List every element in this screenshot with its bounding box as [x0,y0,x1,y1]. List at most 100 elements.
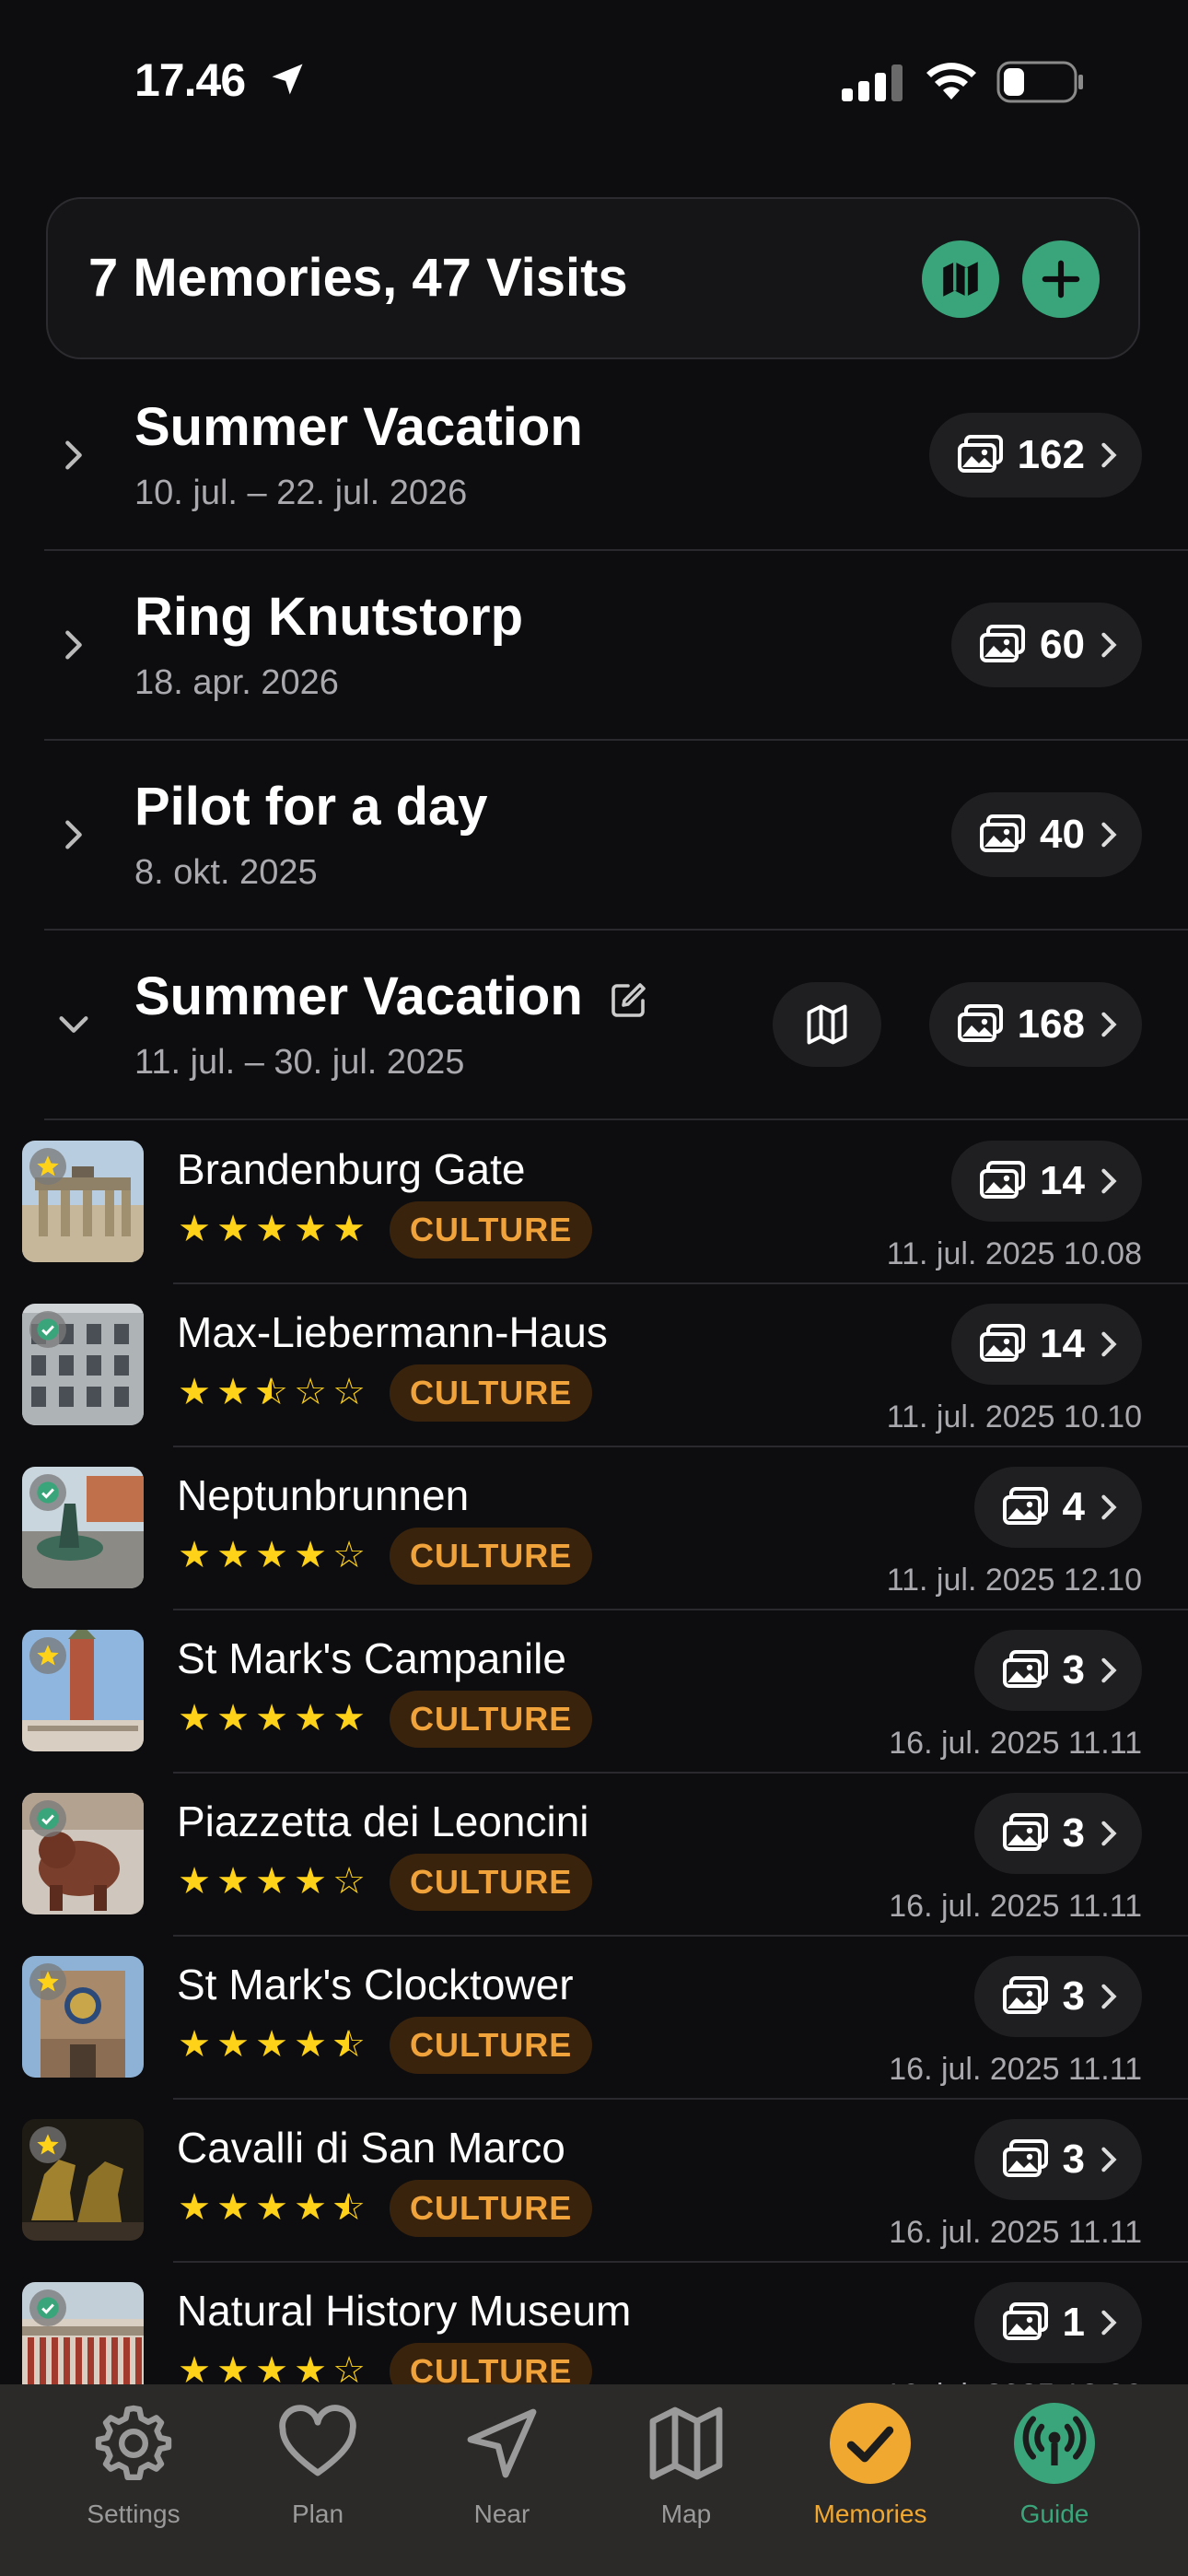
navigation-arrow-icon [458,2399,546,2492]
visit-date: 11. jul. 2025 12.10 [886,1563,1142,1598]
star-full-icon: ★ [216,1697,250,1739]
place-rating: ★ ★ ★ ★ ★ ☆ [177,2026,367,2063]
photos-count-button[interactable]: 40 [951,792,1142,877]
map-view-button[interactable] [922,240,999,318]
photos-icon [1002,2139,1048,2177]
star-full-icon: ★ [178,1860,211,1903]
photos-count-button[interactable]: 4 [973,1467,1142,1548]
place-row[interactable]: Max-Liebermann-Haus ★ ★ ★ ☆ ☆ ☆ CULTURE 14 11. ju… [0,1304,1188,1467]
place-rating: ★ ★ ★ ★ ☆ [177,1863,367,1900]
place-row[interactable]: St Mark's Clocktower ★ ★ ★ ★ ★ ☆ CULTURE 3 16. ju… [0,1956,1188,2119]
photos-icon [1002,1487,1048,1525]
edit-icon[interactable] [606,978,650,1023]
tab-plan[interactable]: Plan [235,2399,401,2529]
photos-count: 40 [1040,812,1085,857]
photos-count-button[interactable]: 162 [928,413,1142,498]
chevron-right-icon [1101,1821,1117,1846]
tab-guide[interactable]: Guide [972,2399,1137,2529]
place-name: Natural History Museum [177,2287,632,2335]
memory-group-date: 11. jul. – 30. jul. 2025 [134,1043,465,1082]
place-status-badge [29,1148,66,1185]
category-badge: CULTURE [390,2017,593,2074]
star-full-icon: ★ [216,1371,250,1413]
star-full-icon: ★ [255,1697,288,1739]
memory-group-row-expanded[interactable]: Summer Vacation 11. jul. – 30. jul. 2025… [0,932,1188,1122]
place-thumbnail [22,1793,144,1914]
divider [173,1609,1188,1610]
tab-label: Near [473,2500,530,2528]
star-full-icon: ★ [255,1860,288,1903]
divider [173,1446,1188,1447]
visit-date: 16. jul. 2025 11.11 [889,2215,1142,2250]
category-badge: CULTURE [390,1528,593,1585]
favorite-star-icon [37,1971,59,1992]
group-map-button[interactable] [773,982,881,1067]
place-status-badge [29,2126,66,2163]
star-full-icon: ★ [294,2186,327,2229]
favorite-star-icon [37,1645,59,1666]
photos-count-button[interactable]: 3 [973,1793,1142,1874]
status-time: 17.46 [134,54,246,106]
memory-group-title: Summer Vacation [134,397,583,457]
place-thumbnail [22,1630,144,1751]
photos-count-button[interactable]: 3 [973,1956,1142,2037]
chevron-right-icon [1101,1657,1117,1683]
visited-check-icon [37,1481,59,1504]
place-name: Piazzetta dei Leoncini [177,1797,589,1845]
photos-count-button[interactable]: 168 [928,982,1142,1067]
place-row[interactable]: Piazzetta dei Leoncini ★ ★ ★ ★ ☆ CULTURE 3 16. j… [0,1793,1188,1956]
category-badge: CULTURE [390,1201,593,1259]
photos-icon [980,1324,1026,1362]
place-row[interactable]: Brandenburg Gate ★ ★ ★ ★ ★ CULTURE 14 11. jul. 2… [0,1141,1188,1304]
photos-icon [957,1004,1003,1042]
place-status-badge [29,1637,66,1674]
photos-count: 3 [1062,1810,1085,1856]
photos-count: 168 [1017,1001,1085,1047]
photos-count-button[interactable]: 14 [951,1141,1142,1222]
photos-count: 162 [1017,432,1085,477]
memory-group-date: 10. jul. – 22. jul. 2026 [134,474,468,512]
divider [173,2098,1188,2100]
place-thumbnail [22,1956,144,2078]
place-row[interactable]: St Mark's Campanile ★ ★ ★ ★ ★ CULTURE 3 16. jul.… [0,1630,1188,1793]
photos-count-button[interactable]: 1 [973,2282,1142,2363]
photos-count: 3 [1062,1973,1085,2019]
memory-group-row[interactable]: Summer Vacation 10. jul. – 22. jul. 2026… [0,363,1188,553]
star-full-icon: ★ [216,2186,250,2229]
location-arrow-icon [272,64,303,95]
star-full-icon: ★ [178,2349,211,2392]
category-badge: CULTURE [390,1691,593,1748]
chevron-down-icon [59,1016,88,1033]
place-name: Cavalli di San Marco [177,2124,565,2172]
tab-settings[interactable]: Settings [51,2399,216,2529]
category-badge: CULTURE [390,1364,593,1422]
photos-count: 3 [1062,1647,1085,1692]
chevron-right-icon [1101,2147,1117,2172]
star-full-icon: ★ [294,1534,327,1576]
tab-label: Plan [291,2500,344,2528]
star-full-icon: ★ [178,2186,211,2229]
place-row[interactable]: Neptunbrunnen ★ ★ ★ ★ ☆ CULTURE 4 11. jul. 2025 … [0,1467,1188,1630]
photos-count-button[interactable]: 14 [951,1304,1142,1385]
memory-group-title: Summer Vacation [134,966,583,1026]
tab-memories[interactable]: Memories [787,2399,953,2529]
photos-count-button[interactable]: 60 [951,603,1142,687]
chevron-right-icon [65,440,82,470]
star-half-icon: ★ ☆ [332,2023,366,2066]
photos-count: 3 [1062,2137,1085,2182]
chevron-right-icon [65,820,82,849]
place-row[interactable]: Cavalli di San Marco ★ ★ ★ ★ ★ ☆ CULTURE 3 16. ju… [0,2119,1188,2282]
photos-count: 60 [1040,622,1085,667]
memory-group-row[interactable]: Ring Knutstorp 18. apr. 2026 60 [0,553,1188,743]
add-memory-button[interactable] [1022,240,1100,318]
photos-count: 14 [1040,1321,1085,1366]
memory-group-row[interactable]: Pilot for a day 8. okt. 2025 40 [0,743,1188,932]
tab-map[interactable]: Map [603,2399,769,2529]
photos-count-button[interactable]: 3 [973,2119,1142,2200]
photos-count-button[interactable]: 3 [973,1630,1142,1711]
tab-near[interactable]: Near [419,2399,585,2529]
place-status-badge [29,1800,66,1837]
battery-low-icon [996,61,1083,103]
place-thumbnail [22,1141,144,1262]
star-full-icon: ★ [216,1208,250,1250]
